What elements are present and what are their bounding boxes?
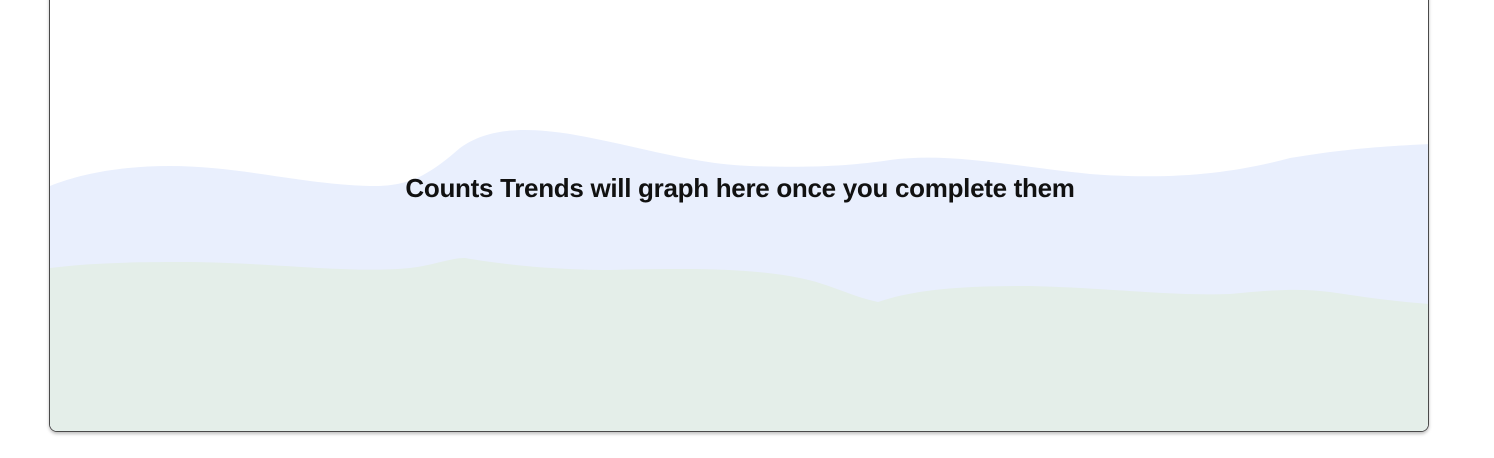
hills-illustration (50, 130, 1428, 431)
counts-trends-panel: Counts Trends will graph here once you c… (49, 0, 1429, 432)
empty-state-message: Counts Trends will graph here once you c… (405, 173, 1075, 203)
